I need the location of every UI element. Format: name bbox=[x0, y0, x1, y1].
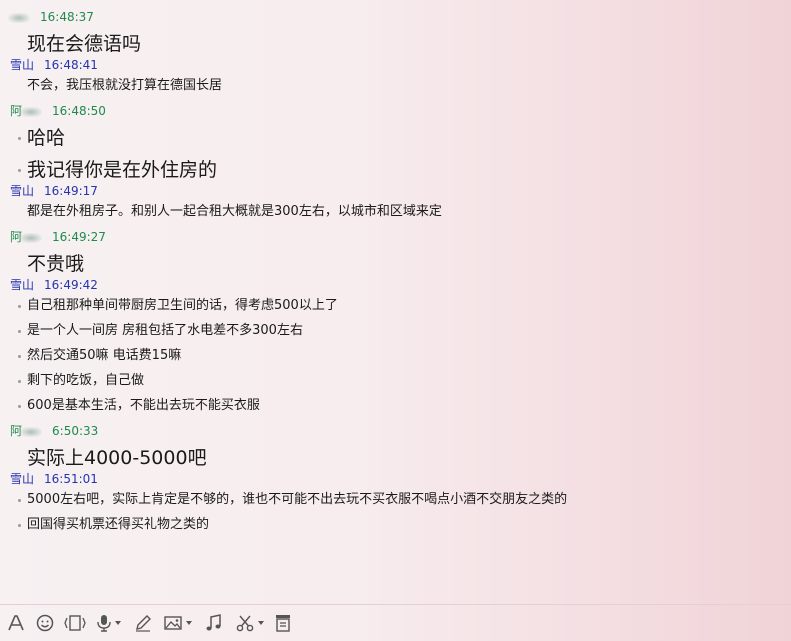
line-bullet bbox=[18, 524, 21, 527]
message-text: 现在会德语吗 bbox=[27, 33, 142, 55]
message-time: 6:50:33 bbox=[52, 424, 99, 438]
message-header: 阿 16:49:27 bbox=[10, 229, 106, 245]
message-time: 16:51:01 bbox=[44, 472, 98, 486]
message-text: 5000左右吧，实际上肯定是不够的，谁也不可能不出去玩不买衣服不喝点小酒不交朋友… bbox=[18, 491, 567, 509]
message-header: 雪山 16:48:41 bbox=[10, 57, 98, 73]
voice-icon[interactable] bbox=[96, 613, 121, 633]
message-time: 16:48:50 bbox=[52, 104, 106, 118]
sender-name[interactable]: 阿 bbox=[10, 229, 43, 245]
line-bullet bbox=[18, 355, 21, 358]
message-time: 16:48:41 bbox=[44, 58, 98, 72]
sender-name[interactable]: 雪山 bbox=[10, 471, 34, 487]
message-header: 16:48:37 bbox=[8, 9, 94, 25]
image-dropdown-icon[interactable] bbox=[186, 621, 192, 625]
handwriting-icon[interactable] bbox=[133, 613, 153, 633]
redacted-name bbox=[8, 12, 30, 23]
font-icon[interactable] bbox=[6, 613, 26, 633]
message-text: 然后交通50嘛 电话费15嘛 bbox=[18, 347, 181, 365]
redacted-name bbox=[20, 426, 43, 437]
screen-shake-icon[interactable] bbox=[64, 613, 86, 633]
message-time: 16:49:17 bbox=[44, 184, 98, 198]
message-text: 我记得你是在外住房的 bbox=[18, 157, 217, 183]
line-bullet bbox=[18, 137, 21, 140]
line-bullet bbox=[18, 380, 21, 383]
input-toolbar bbox=[0, 604, 791, 641]
message-text: 回国得买机票还得买礼物之类的 bbox=[18, 516, 209, 534]
line-bullet bbox=[18, 169, 21, 172]
message-text: 剩下的吃饭，自己做 bbox=[18, 372, 144, 390]
redacted-name bbox=[20, 106, 43, 117]
sender-name[interactable]: 雪山 bbox=[10, 57, 34, 73]
redacted-name bbox=[20, 232, 43, 243]
chat-history: 16:48:37 现在会德语吗雪山 16:48:41 不会，我压根就没打算在德国长居阿… bbox=[0, 0, 791, 604]
sender-name[interactable]: 阿 bbox=[10, 103, 43, 119]
message-header: 雪山 16:49:42 bbox=[10, 277, 98, 293]
message-time: 16:49:42 bbox=[44, 278, 98, 292]
screenshot-icon[interactable] bbox=[235, 613, 264, 633]
line-bullet bbox=[18, 405, 21, 408]
emoji-icon[interactable] bbox=[35, 613, 55, 633]
message-text: 哈哈 bbox=[18, 125, 65, 151]
message-text: 不贵哦 bbox=[27, 253, 85, 275]
music-icon[interactable] bbox=[204, 613, 224, 633]
message-header: 雪山 16:51:01 bbox=[10, 471, 98, 487]
message-header: 阿 6:50:33 bbox=[10, 423, 98, 439]
history-icon[interactable] bbox=[274, 613, 292, 633]
message-text: 600是基本生活，不能出去玩不能买衣服 bbox=[18, 397, 260, 415]
message-header: 阿 16:48:50 bbox=[10, 103, 106, 119]
screenshot-dropdown-icon[interactable] bbox=[258, 621, 264, 625]
voice-dropdown-icon[interactable] bbox=[115, 621, 121, 625]
sender-name[interactable]: 阿 bbox=[10, 423, 43, 439]
message-text: 是一个人一间房 房租包括了水电差不多300左右 bbox=[18, 322, 303, 340]
image-icon[interactable] bbox=[163, 613, 192, 633]
message-header: 雪山 16:49:17 bbox=[10, 183, 98, 199]
message-time: 16:49:27 bbox=[52, 230, 106, 244]
message-text: 都是在外租房子。和别人一起合租大概就是300左右，以城市和区域来定 bbox=[27, 204, 442, 219]
message-text: 自己租那种单间带厨房卫生间的话，得考虑500以上了 bbox=[18, 297, 338, 315]
line-bullet bbox=[18, 499, 21, 502]
message-text: 实际上4000-5000吧 bbox=[27, 447, 207, 469]
line-bullet bbox=[18, 330, 21, 333]
sender-name[interactable]: 雪山 bbox=[10, 277, 34, 293]
sender-name[interactable]: 雪山 bbox=[10, 183, 34, 199]
sender-name[interactable] bbox=[8, 9, 30, 25]
line-bullet bbox=[18, 305, 21, 308]
message-time: 16:48:37 bbox=[40, 10, 94, 24]
message-text: 不会，我压根就没打算在德国长居 bbox=[27, 78, 223, 93]
